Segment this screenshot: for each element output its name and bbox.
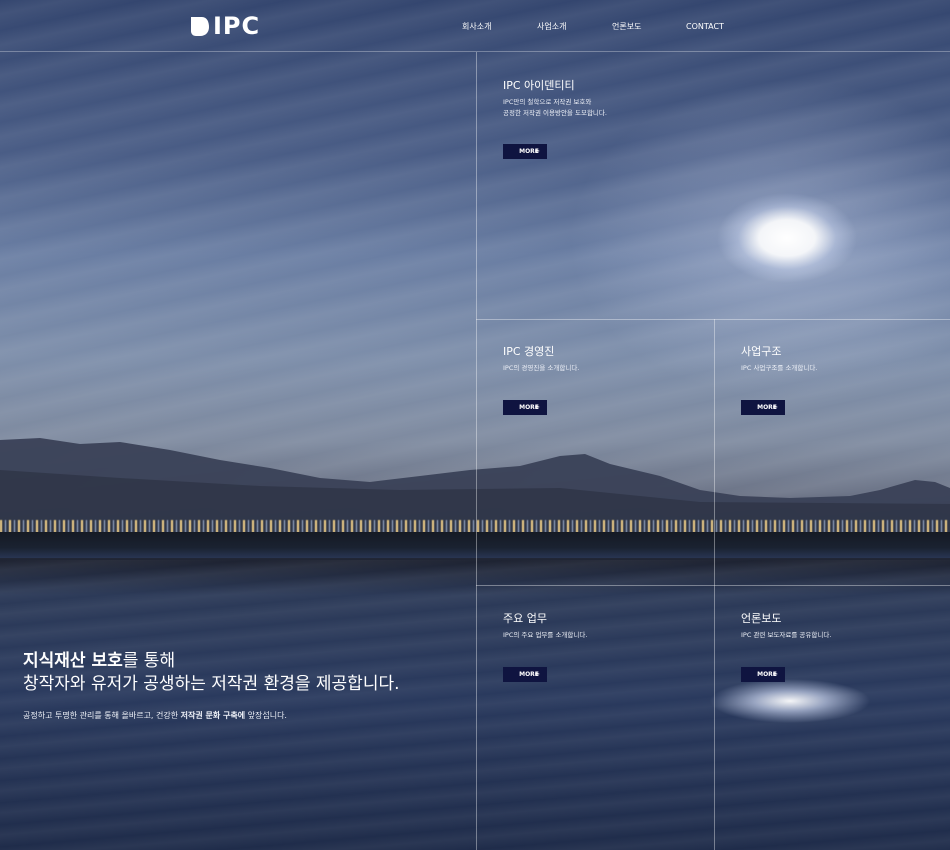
site-header: IPC 회사소개 사업소개 언론보도 CONTACT [0,0,950,52]
grid-divider-horizontal-2 [476,585,950,586]
hero-headline-line2: 창작자와 유저가 공생하는 저작권 환경을 제공합니다. [23,674,400,694]
shoreline [0,532,950,558]
moon-reflection [700,665,880,735]
hero-headline-rest: 를 통해 [122,651,176,671]
grid-divider-horizontal-1 [476,319,950,320]
card-ipc-identity: IPC 아이덴티티 IPC만의 철학으로 저작권 보호와 공정한 저작권 이용방… [503,79,607,119]
nav-item-business[interactable]: 사업소개 [537,20,566,34]
card-executives: IPC 경영진 IPC의 경영진을 소개합니다. [503,345,579,374]
nav-item-press[interactable]: 언론보도 [612,20,641,34]
more-button-business-structure[interactable]: MORE + [741,400,785,415]
card-description: IPC의 경영진을 소개합니다. [503,363,579,374]
plus-icon: + [534,403,540,411]
hero-section: 지식재산 보호를 통해 창작자와 유저가 공생하는 저작권 환경을 제공합니다.… [23,650,400,722]
card-title: 언론보도 [741,612,782,625]
card-press: 언론보도 IPC 관련 보도자료를 공유합니다. [741,612,831,641]
card-business-structure: 사업구조 IPC 사업구조를 소개합니다. [741,345,817,374]
hero-headline-line1: 지식재산 보호를 통해 [23,650,400,673]
card-description: IPC만의 철학으로 저작권 보호와 공정한 저작권 이용방안을 도모합니다. [503,97,607,119]
card-description: IPC의 주요 업무를 소개합니다. [503,630,587,641]
card-title: IPC 경영진 [503,345,555,358]
card-main-tasks: 주요 업무 IPC의 주요 업무를 소개합니다. [503,612,587,641]
nav-item-contact[interactable]: CONTACT [686,20,724,34]
card-title: 사업구조 [741,345,782,358]
more-button-press[interactable]: MORE + [741,667,785,682]
plus-icon: + [772,670,778,678]
more-button-executives[interactable]: MORE + [503,400,547,415]
hero-subtext: 공정하고 투명한 관리를 통해 올바르고, 건강한 저작권 문화 구축에 앞장섭… [23,710,400,722]
hero-subtext-prefix: 공정하고 투명한 관리를 통해 올바르고, 건강한 [23,711,181,720]
hero-subtext-suffix: 앞장섭니다. [245,711,287,720]
card-description-line: IPC 관련 보도자료를 공유합니다. [741,631,832,639]
plus-icon: + [772,403,778,411]
nav-item-company[interactable]: 회사소개 [462,20,491,34]
card-title: IPC 아이덴티티 [503,79,575,92]
hero-headline-bold: 지식재산 보호 [23,651,123,671]
card-description-line: IPC의 주요 업무를 소개합니다. [503,631,588,639]
card-description: IPC 관련 보도자료를 공유합니다. [741,630,831,641]
card-description-line: 공정한 저작권 이용방안을 도모합니다. [503,109,607,117]
card-description-line: IPC 사업구조를 소개합니다. [741,364,818,372]
card-description: IPC 사업구조를 소개합니다. [741,363,817,374]
card-description-line: IPC만의 철학으로 저작권 보호와 [503,98,592,106]
plus-icon: + [534,670,540,678]
card-title: 주요 업무 [503,612,547,625]
hero-subtext-bold: 저작권 문화 구축에 [180,711,246,720]
more-button-identity[interactable]: MORE + [503,144,547,159]
grid-divider-vertical-left [476,52,477,850]
more-button-main-tasks[interactable]: MORE + [503,667,547,682]
plus-icon: + [534,147,540,155]
main-nav: 회사소개 사업소개 언론보도 CONTACT [0,20,950,34]
card-description-line: IPC의 경영진을 소개합니다. [503,364,580,372]
